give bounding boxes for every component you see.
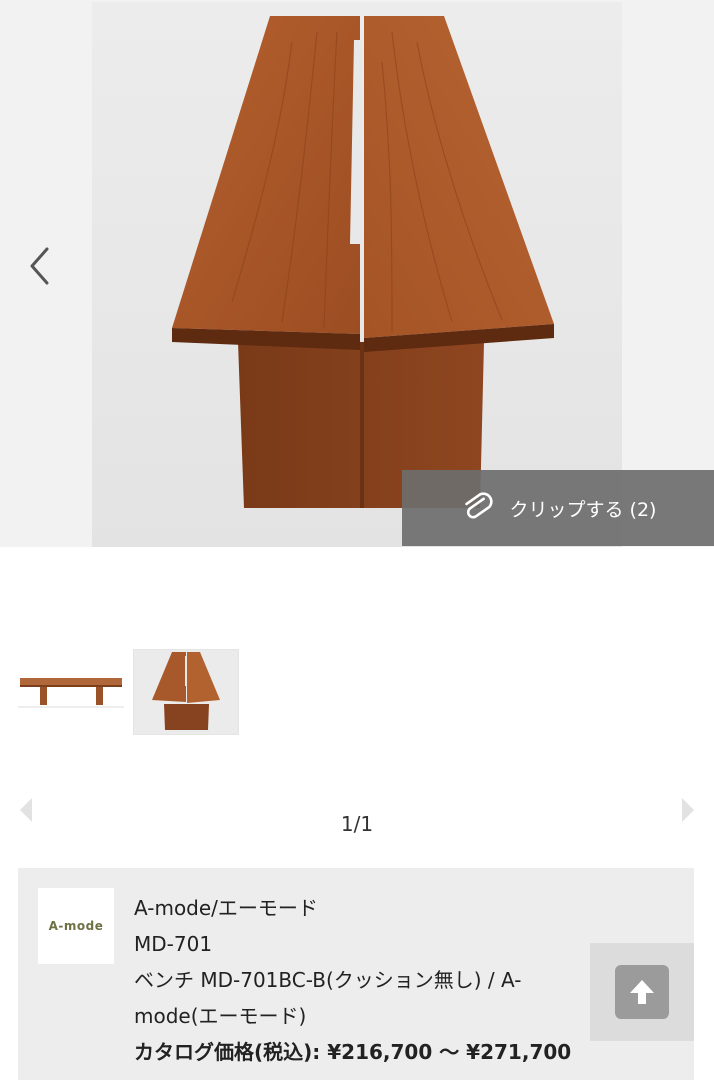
image-prev-button[interactable] — [22, 240, 56, 292]
product-name-line-1: ベンチ MD-701BC-B(クッション無し) / A- — [134, 968, 522, 992]
product-image-viewer: クリップする (2) — [0, 0, 714, 547]
thumbnail-1[interactable] — [18, 670, 124, 710]
catalog-price: カタログ価格(税込): ¥216,700 〜 ¥271,700 — [134, 1040, 572, 1064]
arrow-up-icon — [630, 980, 654, 1004]
bench-illustration — [172, 16, 554, 508]
product-name-line-2: mode(エーモード) — [134, 1004, 307, 1028]
thumbnail-strip — [0, 649, 714, 740]
chevron-left-icon — [30, 247, 49, 285]
brand-logo[interactable]: A-mode — [38, 888, 114, 964]
brand-logo-text: A-mode — [48, 919, 104, 933]
product-details: A-mode/エーモード MD-701 ベンチ MD-701BC-B(クッション… — [134, 890, 604, 1070]
paperclip-icon — [460, 490, 496, 526]
clip-button-label: クリップする (2) — [509, 498, 657, 521]
scroll-top-inner — [615, 965, 669, 1019]
model-number: MD-701 — [134, 932, 213, 956]
main-product-image[interactable] — [92, 2, 622, 547]
brand-name[interactable]: A-mode/エーモード — [134, 890, 604, 926]
clip-button[interactable]: クリップする (2) — [402, 470, 714, 546]
scroll-to-top-button[interactable] — [590, 943, 694, 1041]
thumbnail-2[interactable] — [133, 649, 239, 735]
page-counter: 1/1 — [340, 812, 374, 836]
